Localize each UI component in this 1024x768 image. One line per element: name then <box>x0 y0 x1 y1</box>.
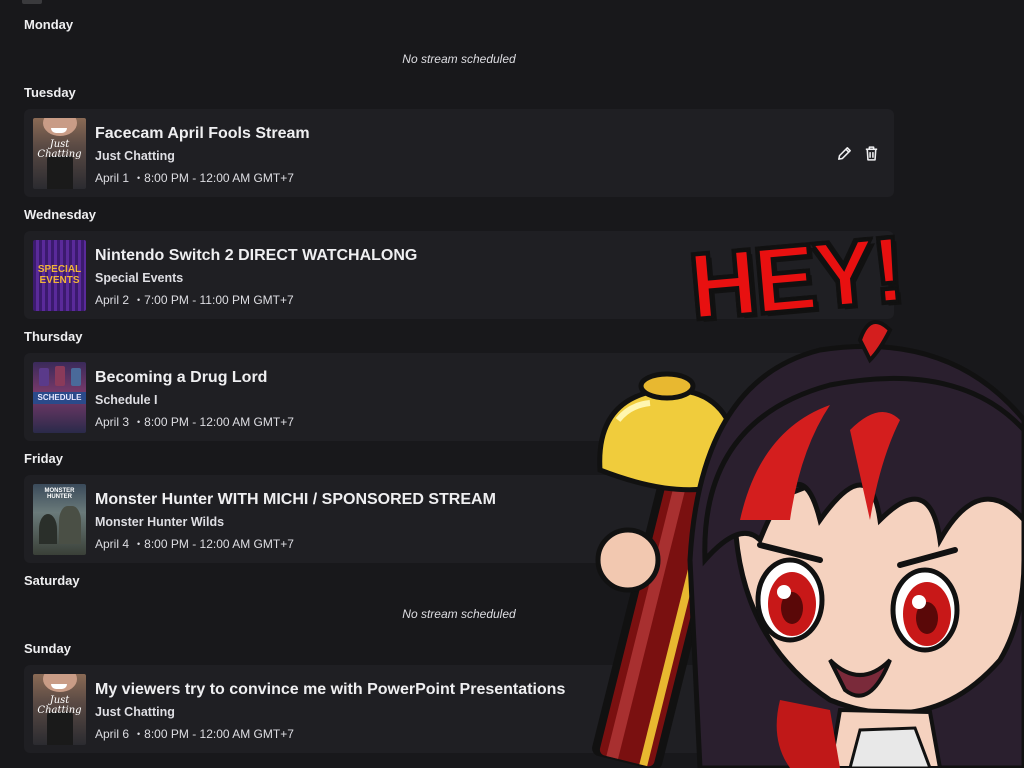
thumbnail-text: Just Chatting <box>37 139 82 160</box>
meta-separator: • <box>137 417 141 427</box>
day-heading-wednesday: Wednesday <box>24 207 97 222</box>
stream-date: April 3 <box>95 415 130 429</box>
trash-icon[interactable] <box>863 145 880 162</box>
stream-category[interactable]: Monster Hunter Wilds <box>95 515 224 529</box>
day-heading-monday: Monday <box>24 17 74 32</box>
stream-card-5[interactable]: Just Chatting My viewers try to convince… <box>24 665 894 753</box>
stream-time: April 1 • 8:00 PM - 12:00 AM GMT+7 <box>95 171 294 185</box>
stream-card-3[interactable]: SCHEDULE Becoming a Drug Lord Schedule I… <box>24 353 894 441</box>
stream-time-range: 8:00 PM - 12:00 AM GMT+7 <box>144 171 294 185</box>
day-heading-friday: Friday <box>24 451 64 466</box>
stream-time: April 2 • 7:00 PM - 11:00 PM GMT+7 <box>95 293 294 307</box>
stream-date: April 1 <box>95 171 130 185</box>
stream-time: April 4 • 8:00 PM - 12:00 AM GMT+7 <box>95 537 294 551</box>
stream-thumbnail: Just Chatting <box>33 118 86 189</box>
stream-category[interactable]: Special Events <box>95 271 183 285</box>
meta-separator: • <box>137 173 141 183</box>
meta-separator: • <box>137 729 141 739</box>
stream-time: April 3 • 8:00 PM - 12:00 AM GMT+7 <box>95 415 294 429</box>
day-heading-thursday: Thursday <box>24 329 83 344</box>
top-divider <box>22 0 42 4</box>
stream-category[interactable]: Schedule I <box>95 393 158 407</box>
pencil-icon[interactable] <box>836 145 853 162</box>
thumbnail-text: Just Chatting <box>37 695 82 716</box>
stream-thumbnail: SPECIAL EVENTS <box>33 240 86 311</box>
stream-title: Monster Hunter WITH MICHI / SPONSORED ST… <box>95 491 496 508</box>
stream-time-range: 7:00 PM - 11:00 PM GMT+7 <box>144 293 294 307</box>
stream-card-1[interactable]: Just Chatting Facecam April Fools Stream… <box>24 109 894 197</box>
day-heading-saturday: Saturday <box>24 573 80 588</box>
meta-separator: • <box>137 539 141 549</box>
stream-category[interactable]: Just Chatting <box>95 705 175 719</box>
stream-category[interactable]: Just Chatting <box>95 149 175 163</box>
stream-thumbnail: Just Chatting <box>33 674 86 745</box>
no-stream-text-monday: No stream scheduled <box>402 52 516 66</box>
day-heading-sunday: Sunday <box>24 641 71 656</box>
stream-card-2[interactable]: SPECIAL EVENTS Nintendo Switch 2 DIRECT … <box>24 231 894 319</box>
meta-separator: • <box>137 295 141 305</box>
stream-card-4[interactable]: MONSTER HUNTER Monster Hunter WITH MICHI… <box>24 475 894 563</box>
stream-title: Facecam April Fools Stream <box>95 125 310 142</box>
stream-title: Becoming a Drug Lord <box>95 369 268 386</box>
stream-time-range: 8:00 PM - 12:00 AM GMT+7 <box>144 415 294 429</box>
stream-title: Nintendo Switch 2 DIRECT WATCHALONG <box>95 247 418 264</box>
stream-thumbnail: SCHEDULE <box>33 362 86 433</box>
no-stream-text-saturday: No stream scheduled <box>402 607 516 621</box>
stream-date: April 6 <box>95 727 130 741</box>
day-heading-tuesday: Tuesday <box>24 85 76 100</box>
stream-title: My viewers try to convince me with Power… <box>95 681 566 698</box>
stream-date: April 4 <box>95 537 130 551</box>
stream-thumbnail: MONSTER HUNTER <box>33 484 86 555</box>
thumbnail-text: SPECIAL EVENTS <box>37 264 82 286</box>
stream-time-range: 8:00 PM - 12:00 AM GMT+7 <box>144 537 294 551</box>
stream-actions <box>836 145 880 162</box>
thumbnail-text: MONSTER HUNTER <box>44 488 75 500</box>
stream-time: April 6 • 8:00 PM - 12:00 AM GMT+7 <box>95 727 294 741</box>
stream-time-range: 8:00 PM - 12:00 AM GMT+7 <box>144 727 294 741</box>
stream-date: April 2 <box>95 293 130 307</box>
thumbnail-text: SCHEDULE <box>37 393 82 402</box>
